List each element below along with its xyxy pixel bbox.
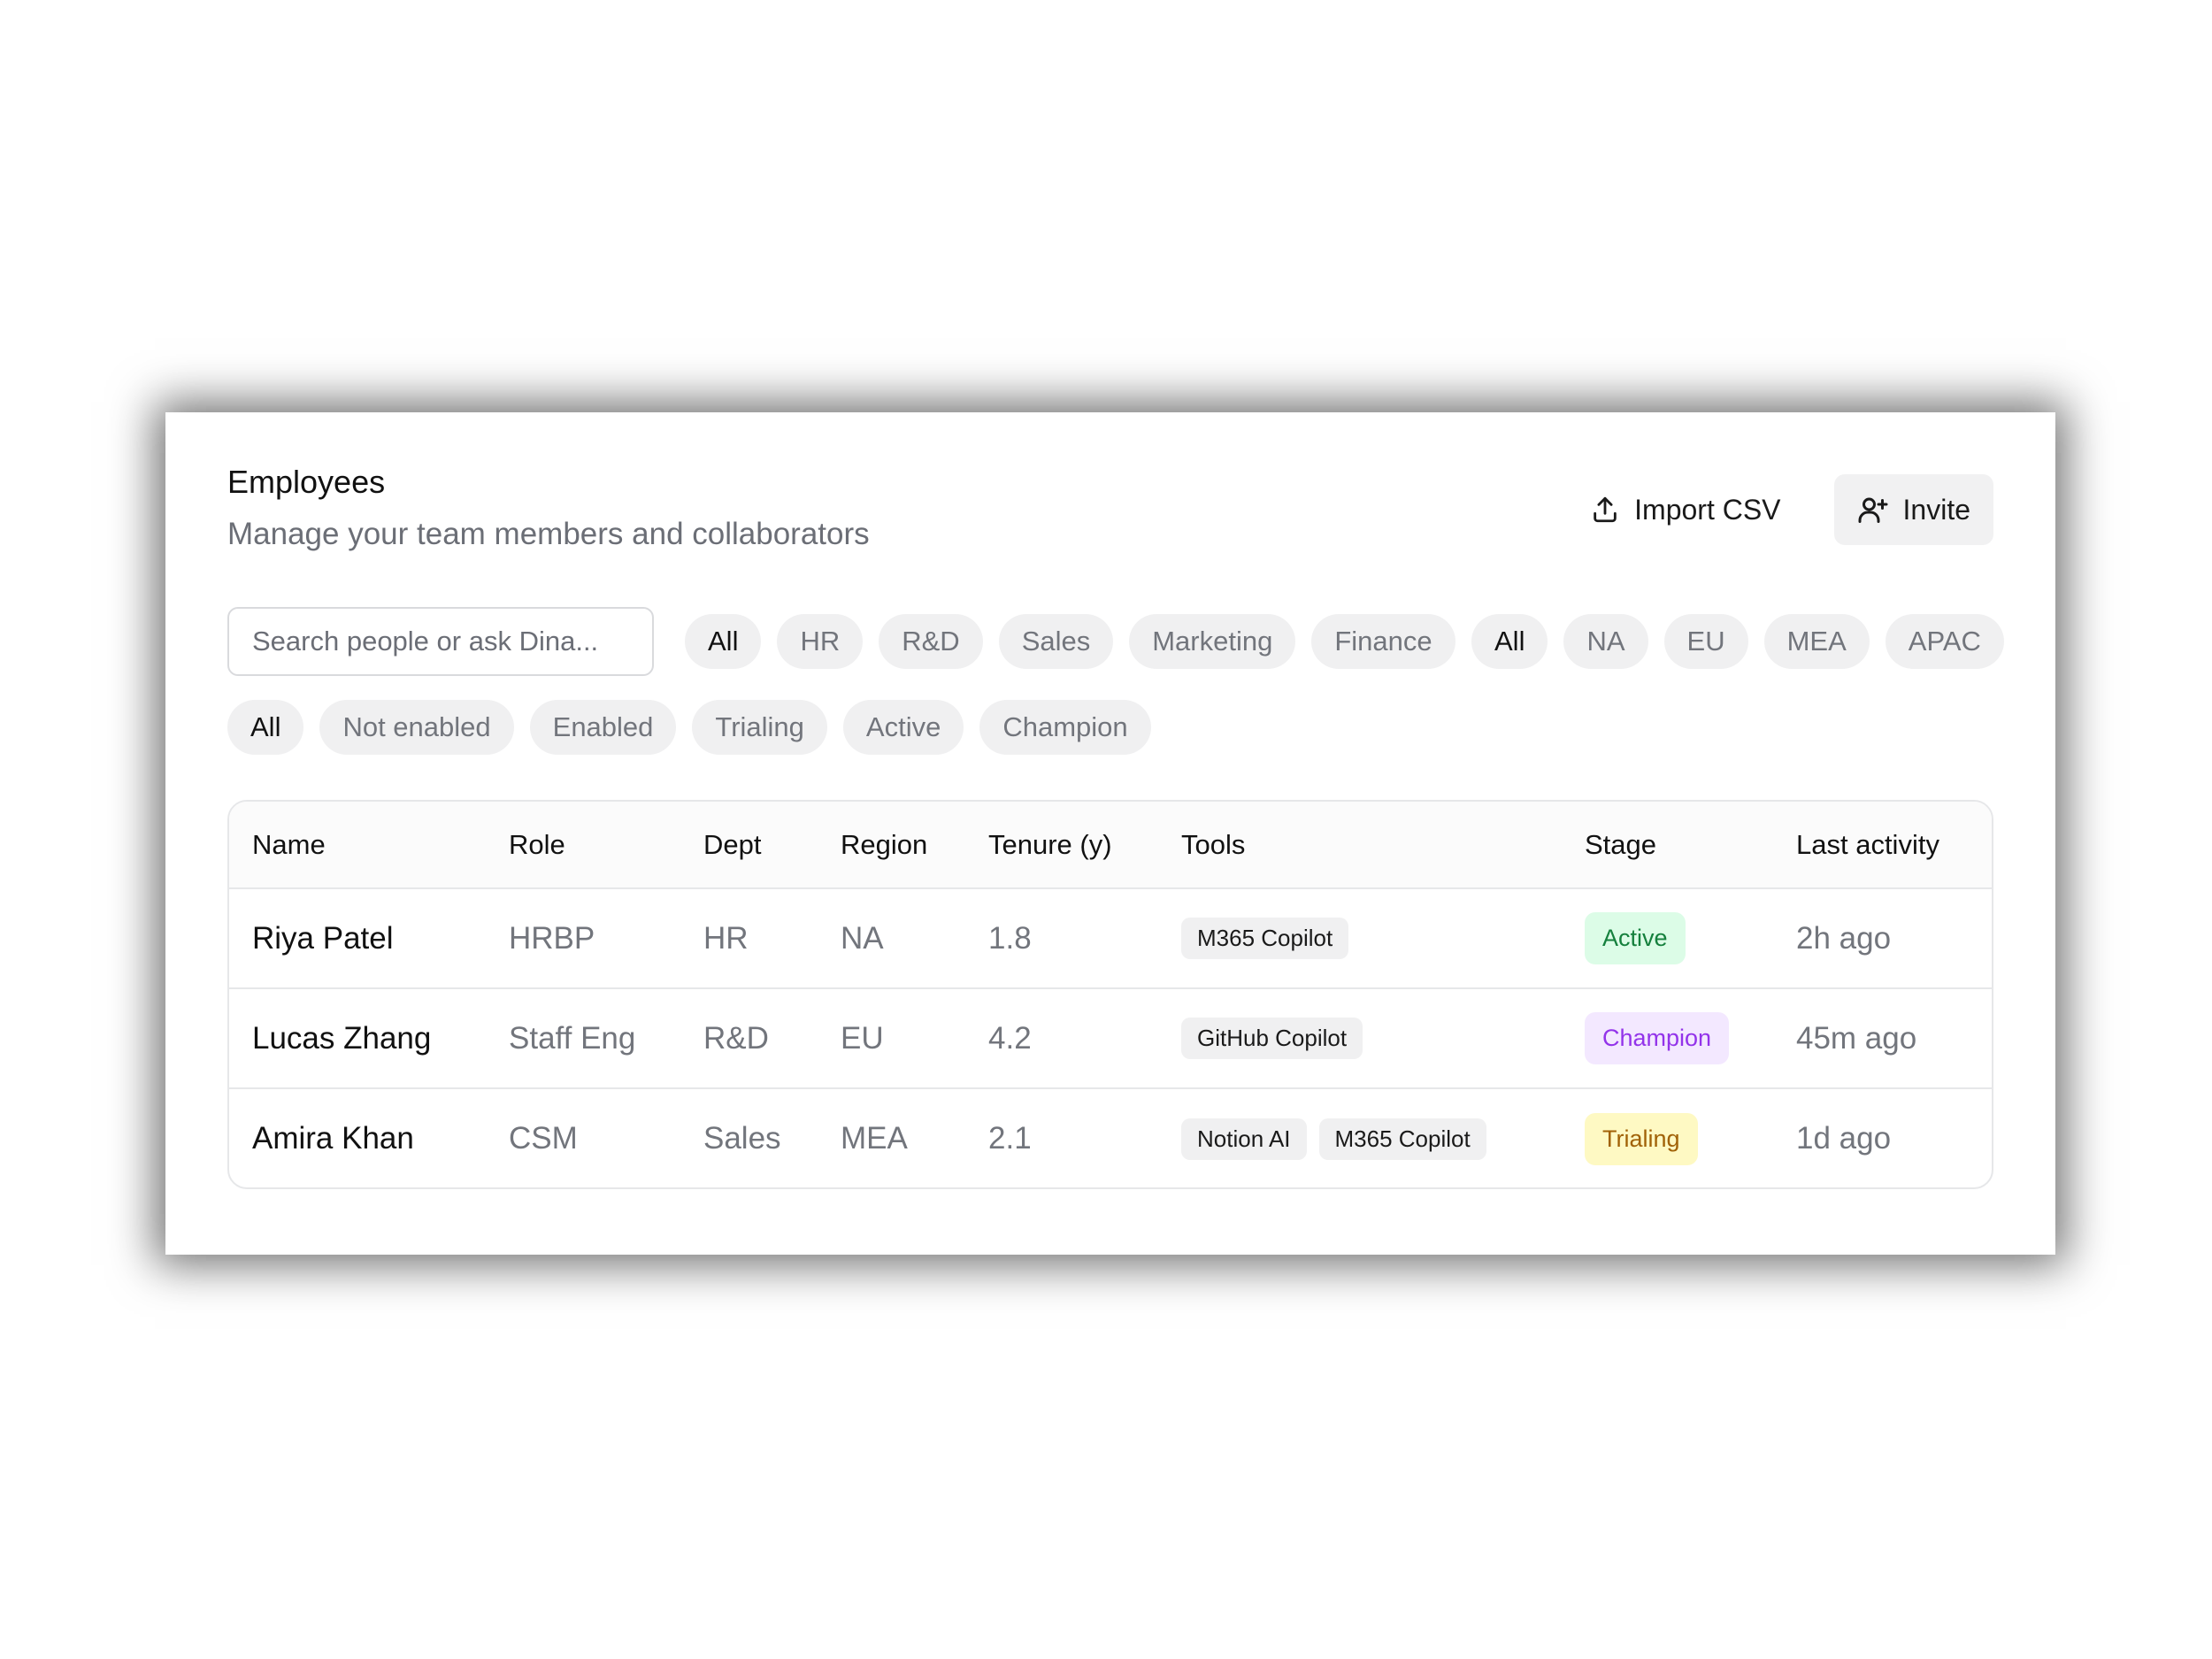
dept-chip-sales[interactable]: Sales (998, 614, 1114, 669)
table-row[interactable]: Riya Patel HRBP HR NA 1.8 M365 Copilot Active 2… (229, 888, 1992, 988)
tool-badge: Notion AI (1181, 1118, 1307, 1160)
employees-table: Name Role Dept Region Tenure (y) Tools Stage La… (227, 800, 1993, 1189)
column-header-role[interactable]: Role (486, 802, 680, 888)
region-chip-na[interactable]: NA (1563, 614, 1648, 669)
cell-stage: Trialing (1562, 1088, 1773, 1187)
table-row[interactable]: Amira Khan CSM Sales MEA 2.1 Notion AI M365 Co… (229, 1088, 1992, 1187)
cell-tenure: 1.8 (988, 920, 1032, 956)
region-filter: All NA EU MEA APAC (1471, 614, 2004, 669)
table-header-row: Name Role Dept Region Tenure (y) Tools Stage La… (229, 802, 1992, 888)
cell-dept: R&D (703, 1020, 769, 1056)
cell-tenure: 4.2 (988, 1020, 1032, 1056)
search-input[interactable] (227, 607, 654, 676)
page-subtitle: Manage your team members and collaborato… (227, 517, 870, 551)
cell-tools: GitHub Copilot (1158, 988, 1562, 1088)
cell-stage: Active (1562, 888, 1773, 988)
stage-chip-all[interactable]: All (227, 700, 304, 755)
column-header-dept[interactable]: Dept (680, 802, 818, 888)
user-plus-icon (1857, 494, 1889, 526)
column-header-name[interactable]: Name (229, 802, 486, 888)
invite-label: Invite (1902, 493, 1970, 526)
cell-tools: M365 Copilot (1158, 888, 1562, 988)
import-csv-button[interactable]: Import CSV (1567, 474, 1803, 545)
cell-role: Staff Eng (509, 1020, 636, 1056)
employees-card: Employees Manage your team members and c… (165, 412, 2055, 1255)
cell-stage: Champion (1562, 988, 1773, 1088)
dept-chip-marketing[interactable]: Marketing (1129, 614, 1296, 669)
cell-tenure: 2.1 (988, 1121, 1032, 1156)
dept-chip-all[interactable]: All (685, 614, 762, 669)
region-chip-eu[interactable]: EU (1663, 614, 1748, 669)
cell-last-activity: 45m ago (1796, 1020, 1917, 1056)
column-header-stage[interactable]: Stage (1562, 802, 1773, 888)
column-header-tenure-y[interactable]: Tenure (y) (965, 802, 1158, 888)
cell-name: Riya Patel (252, 920, 394, 956)
cell-last-activity: 1d ago (1796, 1121, 1892, 1156)
import-csv-label: Import CSV (1634, 493, 1781, 526)
stage-chip-trialing[interactable]: Trialing (692, 700, 827, 755)
stage-chip-champion[interactable]: Champion (979, 700, 1151, 755)
column-header-tools[interactable]: Tools (1158, 802, 1562, 888)
dept-chip-r-d[interactable]: R&D (879, 614, 983, 669)
dept-filter: All HR R&D Sales Marketing Finance (685, 614, 1455, 669)
region-chip-apac[interactable]: APAC (1885, 614, 2004, 669)
dept-chip-hr[interactable]: HR (777, 614, 864, 669)
cell-role: CSM (509, 1121, 578, 1156)
cell-name: Amira Khan (252, 1121, 414, 1156)
status-badge: Active (1585, 912, 1686, 964)
column-header-region[interactable]: Region (818, 802, 965, 888)
stage-chip-active[interactable]: Active (842, 700, 964, 755)
region-chip-all[interactable]: All (1471, 614, 1548, 669)
status-badge: Trialing (1585, 1112, 1698, 1165)
table-row[interactable]: Lucas Zhang Staff Eng R&D EU 4.2 GitHub Copil… (229, 988, 1992, 1088)
cell-dept: HR (703, 920, 749, 956)
stage-filter: All Not enabled Enabled Trialing Active Champ… (227, 700, 1151, 755)
cell-region: EU (841, 1020, 884, 1056)
header-actions: Import CSV Invite (1567, 474, 1993, 545)
page-title: Employees (227, 464, 386, 500)
invite-button[interactable]: Invite (1833, 474, 1993, 545)
region-chip-mea[interactable]: MEA (1763, 614, 1870, 669)
dept-chip-finance[interactable]: Finance (1311, 614, 1455, 669)
cell-region: NA (841, 920, 884, 956)
cell-name: Lucas Zhang (252, 1020, 432, 1056)
cell-last-activity: 2h ago (1796, 920, 1892, 956)
stage-chip-enabled[interactable]: Enabled (529, 700, 677, 755)
tool-badge: M365 Copilot (1318, 1118, 1486, 1160)
tool-badge: M365 Copilot (1181, 918, 1349, 959)
tool-badge: GitHub Copilot (1181, 1018, 1363, 1059)
cell-dept: Sales (703, 1121, 781, 1156)
status-badge: Champion (1585, 1012, 1730, 1064)
cell-tools: Notion AI M365 Copilot (1158, 1088, 1562, 1187)
column-header-last-activity[interactable]: Last activity (1773, 802, 1992, 888)
page-header: Employees Manage your team members and c… (227, 464, 1993, 561)
cell-role: HRBP (509, 920, 595, 956)
upload-icon (1590, 495, 1620, 525)
stage-chip-not-enabled[interactable]: Not enabled (319, 700, 514, 755)
cell-region: MEA (841, 1121, 908, 1156)
